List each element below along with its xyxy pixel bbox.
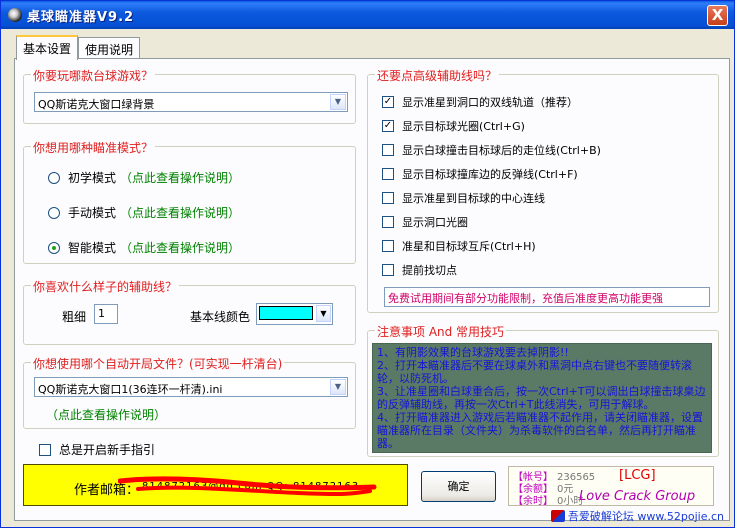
thickness-label: 粗细	[62, 310, 87, 324]
app-window: 桌球瞄准器V9.2 X 基本设置 使用说明 你要玩哪款台球游戏？ QQ斯诺克大窗…	[0, 0, 735, 528]
adv-checkbox-4[interactable]	[382, 168, 394, 180]
manual-help-link[interactable]: （点此查看操作说明）	[120, 204, 240, 221]
game-select[interactable]: QQ斯诺克大窗口绿背景 ▼	[34, 92, 348, 112]
adv-checkbox-1[interactable]: ✓	[382, 96, 394, 108]
trial-notice: 免费试用期间有部分功能限制，充值后准度更高功能更强	[384, 287, 710, 307]
adv-option-5[interactable]: 显示准星到目标球的中心连线	[382, 190, 545, 206]
newbie-guide-label: 总是开启新手指引	[59, 443, 156, 457]
mode-option-smart[interactable]: 智能模式 （点此查看操作说明）	[48, 239, 240, 256]
adv-label-8: 提前找切点	[402, 264, 457, 277]
adv-checkbox-5[interactable]	[382, 192, 394, 204]
author-email-label: 作者邮箱：	[74, 483, 140, 498]
window-title: 桌球瞄准器V9.2	[27, 10, 135, 25]
aux-line-legend: 你喜欢什么样子的辅助线？	[31, 278, 180, 295]
auto-file-value: QQ斯诺克大窗口1(36连环一杆清).ini	[38, 383, 223, 396]
aim-mode-legend: 你想用哪种瞄准模式？	[31, 139, 156, 156]
mode-label-manual: 手动模式	[68, 206, 117, 220]
adv-label-2: 显示目标球光圈(Ctrl+G)	[402, 120, 525, 133]
basic-settings-panel: 你要玩哪款台球游戏？ QQ斯诺克大窗口绿背景 ▼ 你想用哪种瞄准模式？ 初学模式…	[14, 58, 730, 521]
adv-label-5: 显示准星到目标球的中心连线	[402, 192, 545, 205]
author-email-panel: 作者邮箱： 814872163@qq.com QQ: 814872163	[23, 464, 408, 506]
tip-line-3: 3、让准星圈和白球重合后，按一次Ctrl+T可以调出白球撞击球臬边的反弹辅助线，…	[377, 385, 706, 411]
tab-basic-settings[interactable]: 基本设置	[16, 35, 79, 60]
line-color-picker[interactable]: ▼	[256, 303, 333, 325]
adv-option-4[interactable]: 显示目标球撞库边的反弹线(Ctrl+F)	[382, 166, 578, 182]
auto-file-select[interactable]: QQ斯诺克大窗口1(36连环一杆清).ini ▼	[34, 377, 348, 397]
close-button[interactable]: X	[707, 5, 728, 26]
mode-option-manual[interactable]: 手动模式 （点此查看操作说明）	[48, 204, 240, 221]
advanced-lines-legend: 还要点高级辅助线吗？	[375, 67, 500, 84]
ok-button[interactable]: 确定	[421, 471, 496, 502]
adv-option-3[interactable]: 显示白球撞击目标球后的走位线(Ctrl+B)	[382, 142, 601, 158]
mode-label-smart: 智能模式	[68, 241, 117, 255]
watermark-text: 吾爱破解论坛 www.52pojie.cn	[567, 510, 724, 523]
chevron-down-icon[interactable]: ▼	[330, 379, 346, 395]
author-email-value: 814872163@qq.com QQ: 814872163	[142, 481, 360, 492]
game-select-group: 你要玩哪款台球游戏？ QQ斯诺克大窗口绿背景 ▼	[23, 67, 356, 124]
smart-help-link[interactable]: （点此查看操作说明）	[120, 239, 240, 256]
adv-checkbox-2[interactable]: ✓	[382, 120, 394, 132]
tip-line-2: 2、打开本瞄准器后不要在球桌外和黑洞中点右键也不要随便转滚轮，以防死机。	[377, 359, 692, 385]
game-select-legend: 你要玩哪款台球游戏？	[31, 67, 156, 84]
account-panel: 【帐号】 236565 【余额】 0元 【余时】 0小时 [LCG] Love Cra…	[508, 466, 714, 506]
chevron-down-icon[interactable]: ▼	[316, 305, 331, 322]
thickness-input[interactable]: 1	[94, 304, 118, 324]
newbie-guide-checkbox[interactable]	[39, 443, 51, 456]
newbie-guide-option[interactable]: 总是开启新手指引	[39, 441, 155, 458]
line-color-label: 基本线颜色	[190, 310, 251, 324]
line-color-swatch	[259, 306, 313, 320]
adv-label-1: 显示准星到洞口的双线轨道（推荐）	[402, 96, 578, 109]
adv-checkbox-3[interactable]	[382, 144, 394, 156]
crack-group-text: Love Crack Group	[579, 489, 696, 504]
adv-option-8[interactable]: 提前找切点	[382, 262, 457, 278]
auto-file-help-link[interactable]: （点此查看操作说明）	[46, 406, 166, 423]
forum-watermark: 吾爱破解论坛 www.52pojie.cn	[550, 508, 724, 524]
mode-label-beginner: 初学模式	[68, 171, 117, 185]
tab-instructions[interactable]: 使用说明	[78, 37, 141, 59]
adv-checkbox-8[interactable]	[382, 264, 394, 276]
adv-option-7[interactable]: 准星和目标球互斥(Ctrl+H)	[382, 238, 536, 254]
chevron-down-icon[interactable]: ▼	[330, 94, 346, 110]
radio-manual[interactable]	[48, 206, 60, 219]
radio-smart[interactable]	[48, 241, 60, 254]
adv-label-6: 显示洞口光圈	[402, 216, 468, 229]
forum-logo-icon	[550, 510, 565, 522]
game-select-value: QQ斯诺克大窗口绿背景	[38, 98, 155, 111]
tips-legend: 注意事项 And 常用技巧	[375, 323, 507, 340]
adv-label-4: 显示目标球撞库边的反弹线(Ctrl+F)	[402, 168, 578, 181]
title-bar[interactable]: 桌球瞄准器V9.2 X	[1, 1, 734, 29]
auto-file-legend: 你想使用哪个自动开局文件？(可实现一杆清台)	[31, 355, 285, 372]
mode-option-beginner[interactable]: 初学模式 （点此查看操作说明）	[48, 169, 240, 186]
adv-option-6[interactable]: 显示洞口光圈	[382, 214, 468, 230]
radio-beginner[interactable]	[48, 171, 60, 184]
adv-label-7: 准星和目标球互斥(Ctrl+H)	[402, 240, 536, 253]
tip-line-1: 1、有阴影效果的台球游戏要去掉阴影!!	[377, 346, 569, 359]
account-time-key: 【余时】	[513, 496, 553, 506]
aux-line-group: 你喜欢什么样子的辅助线？ 粗细 1 基本线颜色 ▼	[23, 278, 356, 345]
adv-option-1[interactable]: ✓ 显示准星到洞口的双线轨道（推荐）	[382, 94, 578, 110]
adv-option-2[interactable]: ✓ 显示目标球光圈(Ctrl+G)	[382, 118, 525, 134]
adv-checkbox-6[interactable]	[382, 216, 394, 228]
aim-mode-group: 你想用哪种瞄准模式？ 初学模式 （点此查看操作说明） 手动模式 （点此查看操作说…	[23, 139, 356, 264]
advanced-lines-group: 还要点高级辅助线吗？ ✓ 显示准星到洞口的双线轨道（推荐） ✓ 显示目标球光圈(…	[367, 67, 719, 313]
adv-checkbox-7[interactable]	[382, 240, 394, 252]
beginner-help-link[interactable]: （点此查看操作说明）	[120, 169, 240, 186]
tips-text-area[interactable]: 1、有阴影效果的台球游戏要去掉阴影!! 2、打开本瞄准器后不要在球桌外和黑洞中点…	[372, 343, 712, 453]
adv-label-3: 显示白球撞击目标球后的走位线(Ctrl+B)	[402, 144, 601, 157]
tips-group: 注意事项 And 常用技巧 1、有阴影效果的台球游戏要去掉阴影!! 2、打开本瞄…	[367, 323, 719, 457]
lcg-logo-text: [LCG]	[619, 468, 656, 483]
auto-file-group: 你想使用哪个自动开局文件？(可实现一杆清台) QQ斯诺克大窗口1(36连环一杆清…	[23, 355, 356, 429]
tip-line-4: 4、打开瞄准器进入游戏后若瞄准器不起作用，请关闭瞄准器，设置瞄准器所在目录（文件…	[377, 411, 703, 450]
billiard-ball-icon	[8, 8, 22, 22]
account-time-row: 【余时】 0小时	[513, 492, 583, 506]
